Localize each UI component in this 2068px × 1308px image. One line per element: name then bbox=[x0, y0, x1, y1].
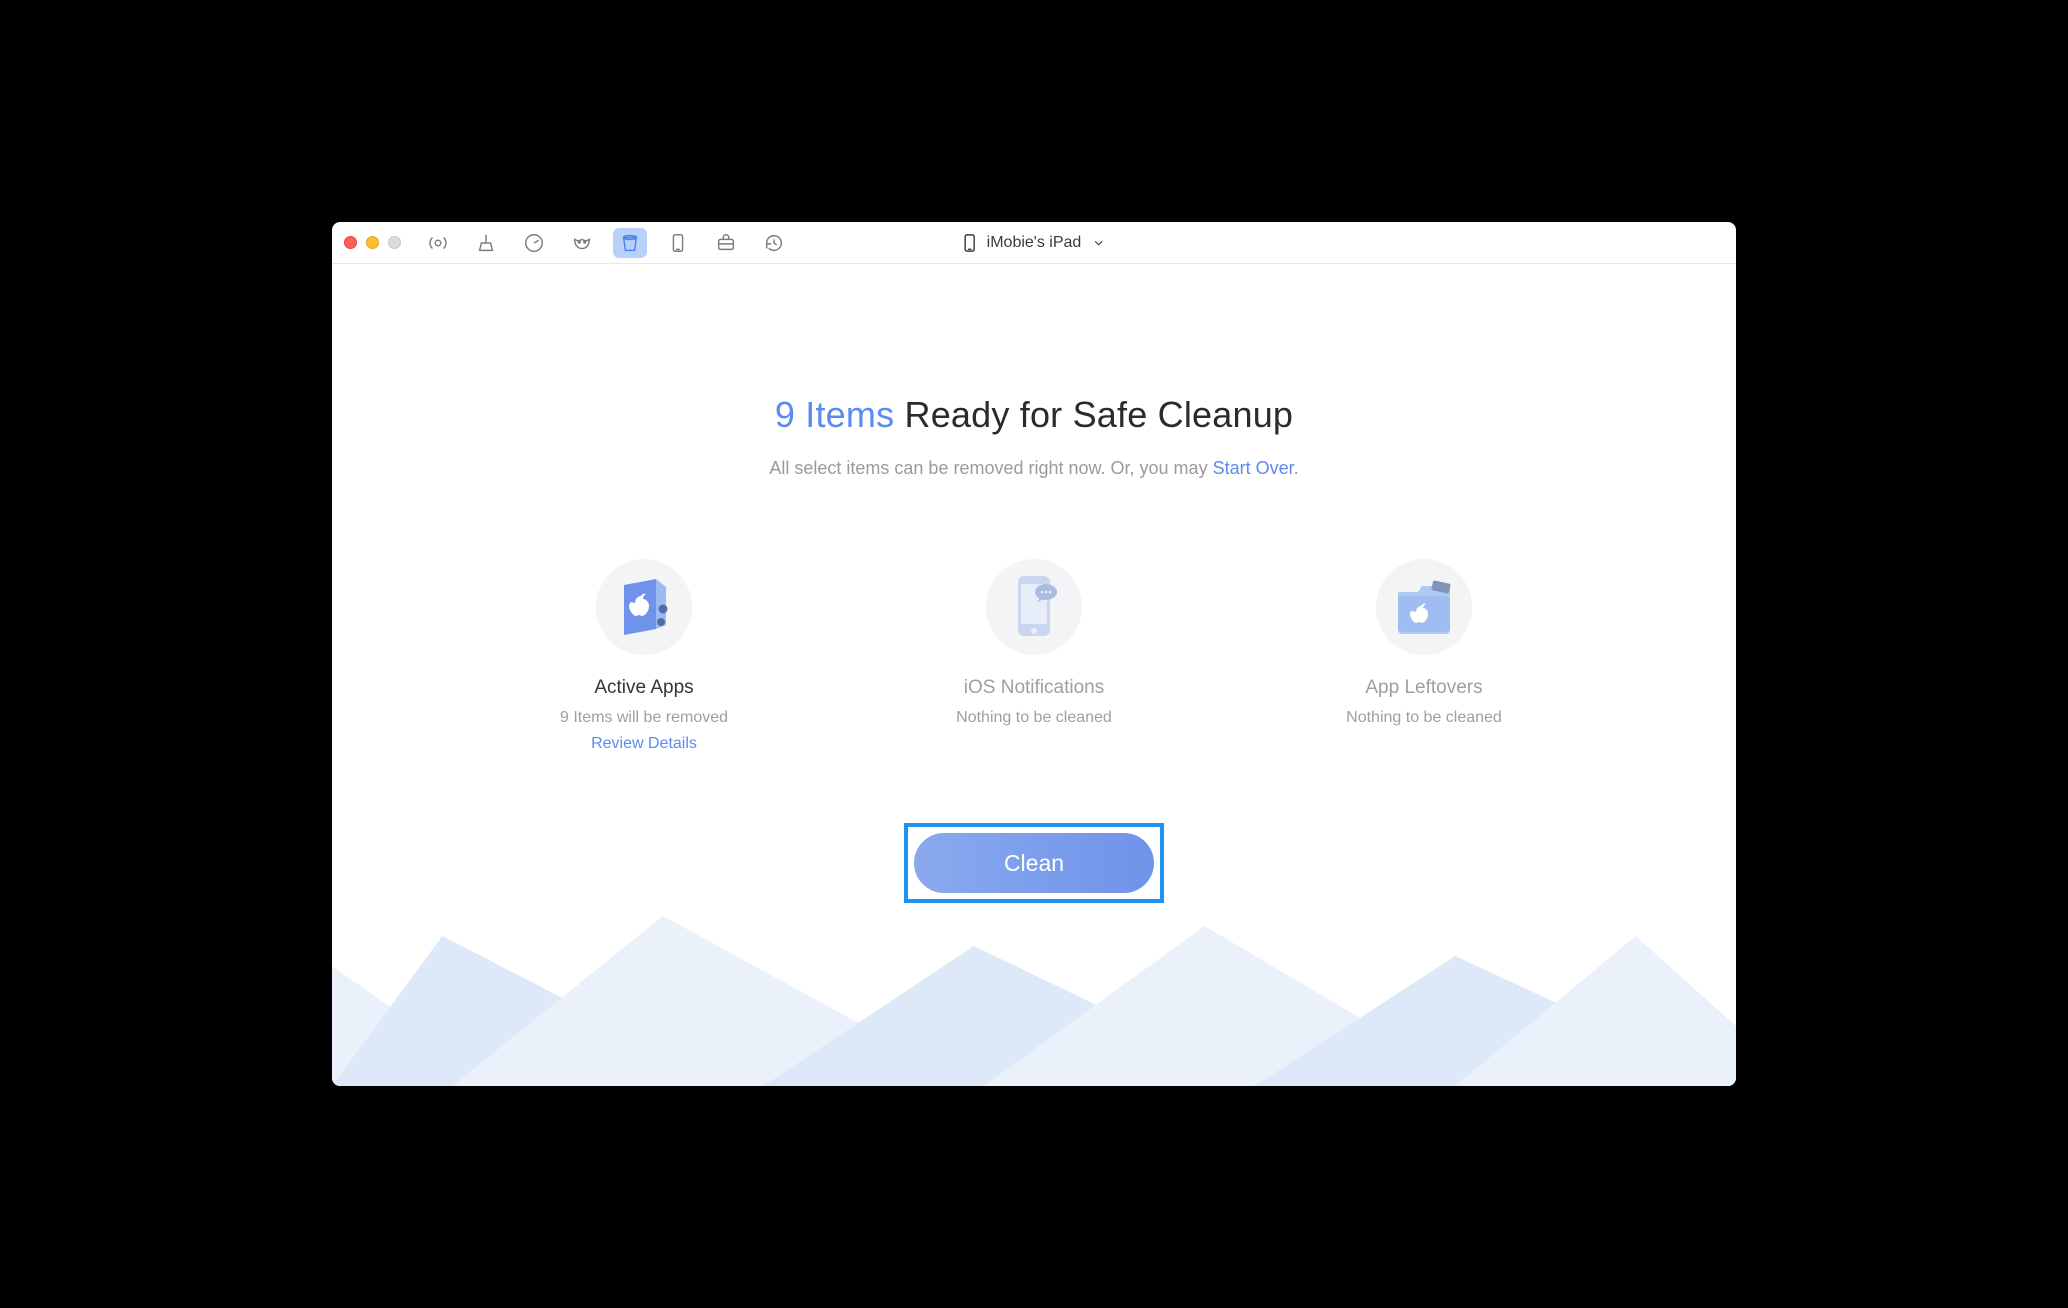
content-area: 9 Items Ready for Safe Cleanup All selec… bbox=[332, 264, 1736, 1086]
device-icon bbox=[963, 234, 977, 252]
app-window: iMobie's iPad 9 Items Ready for Safe Cle… bbox=[332, 222, 1736, 1086]
toolbar bbox=[421, 228, 791, 258]
card-subtitle: 9 Items will be removed bbox=[544, 709, 744, 727]
chevron-down-icon bbox=[1091, 236, 1105, 250]
titlebar: iMobie's iPad bbox=[332, 222, 1736, 264]
card-title: iOS Notifications bbox=[934, 677, 1134, 699]
maximize-window-button[interactable] bbox=[388, 236, 401, 249]
category-cards: Active Apps 9 Items will be removed Revi… bbox=[332, 559, 1736, 753]
close-window-button[interactable] bbox=[344, 236, 357, 249]
clean-button-highlight: Clean bbox=[904, 823, 1164, 903]
cleanup-bucket-icon[interactable] bbox=[613, 228, 647, 258]
card-title: Active Apps bbox=[544, 677, 744, 699]
item-count: 9 Items bbox=[775, 394, 894, 435]
subtitle: All select items can be removed right no… bbox=[332, 458, 1736, 479]
review-details-link[interactable]: Review Details bbox=[544, 735, 744, 753]
privacy-mask-icon[interactable] bbox=[565, 228, 599, 258]
card-ios-notifications: iOS Notifications Nothing to be cleaned bbox=[934, 559, 1134, 753]
device-name: iMobie's iPad bbox=[987, 234, 1082, 252]
subtitle-suffix: . bbox=[1294, 458, 1299, 478]
toolbox-icon[interactable] bbox=[709, 228, 743, 258]
active-apps-icon bbox=[596, 559, 692, 655]
card-subtitle: Nothing to be cleaned bbox=[934, 709, 1134, 727]
page-title: 9 Items Ready for Safe Cleanup bbox=[332, 394, 1736, 436]
card-subtitle: Nothing to be cleaned bbox=[1324, 709, 1524, 727]
mountains-decoration bbox=[332, 906, 1736, 1086]
device-picker[interactable]: iMobie's iPad bbox=[963, 234, 1106, 252]
start-over-link[interactable]: Start Over bbox=[1213, 458, 1294, 478]
card-app-leftovers: App Leftovers Nothing to be cleaned bbox=[1324, 559, 1524, 753]
clean-button[interactable]: Clean bbox=[914, 833, 1154, 893]
minimize-window-button[interactable] bbox=[366, 236, 379, 249]
leftovers-icon bbox=[1376, 559, 1472, 655]
traffic-lights bbox=[344, 236, 401, 249]
speed-icon[interactable] bbox=[517, 228, 551, 258]
card-title: App Leftovers bbox=[1324, 677, 1524, 699]
airplay-icon[interactable] bbox=[421, 228, 455, 258]
device-phone-icon[interactable] bbox=[661, 228, 695, 258]
subtitle-prefix: All select items can be removed right no… bbox=[769, 458, 1212, 478]
notifications-icon bbox=[986, 559, 1082, 655]
broom-icon[interactable] bbox=[469, 228, 503, 258]
headline-rest: Ready for Safe Cleanup bbox=[894, 394, 1293, 435]
history-icon[interactable] bbox=[757, 228, 791, 258]
card-active-apps: Active Apps 9 Items will be removed Revi… bbox=[544, 559, 744, 753]
